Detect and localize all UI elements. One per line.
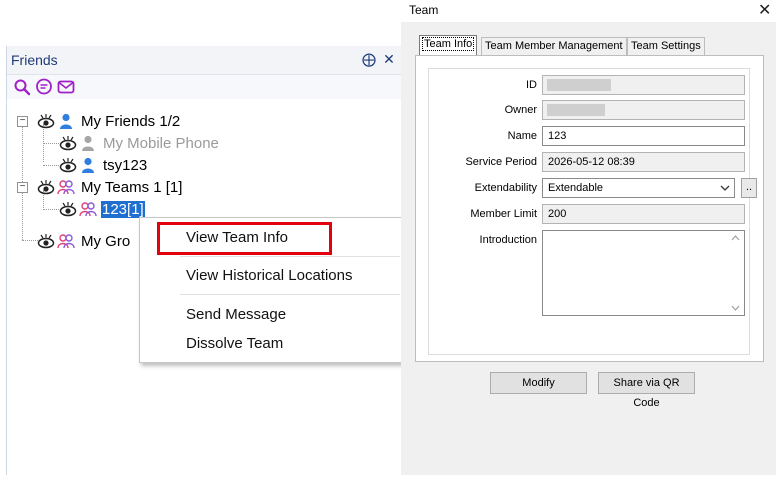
close-icon[interactable]: ✕ [758, 0, 771, 20]
introduction-label: Introduction [479, 234, 537, 246]
tab-team-settings[interactable]: Team Settings [627, 37, 705, 55]
friends-panel-title: Friends [11, 52, 58, 68]
panel-close-icon[interactable]: ✕ [381, 50, 397, 68]
tree-label: My Gro [81, 232, 131, 250]
friends-panel-header: Friends ⨁ ✕ [7, 46, 401, 75]
redacted-value [547, 104, 605, 116]
user-gray-icon [82, 135, 94, 151]
eye-icon [59, 136, 77, 151]
tab-label: Team Member Management [485, 40, 623, 52]
team-icon [79, 202, 97, 217]
tree-label: My Teams 1 [1] [81, 178, 183, 196]
modify-button[interactable]: Modify [490, 372, 587, 394]
tab-team-info[interactable]: Team Info [419, 35, 478, 56]
chevron-down-icon [720, 185, 730, 191]
service-period-label: Service Period [465, 156, 537, 168]
tree-item-my-mobile-phone[interactable]: My Mobile Phone [59, 132, 219, 154]
tab-team-member-management[interactable]: Team Member Management [481, 37, 627, 55]
eye-icon [37, 234, 55, 249]
share-qr-button[interactable]: Share via QR Code [598, 372, 695, 409]
menu-item-view-historical-locations[interactable]: View Historical Locations [186, 267, 352, 284]
tree-label: My Mobile Phone [103, 134, 219, 152]
owner-field [542, 100, 745, 120]
eye-icon [59, 202, 77, 217]
scroll-down-icon[interactable] [731, 305, 740, 311]
tree-item-team-123[interactable]: 123[1] [59, 198, 145, 220]
team-dialog: Team ✕ Team Info Team Member Management … [401, 0, 776, 475]
team-info-group: ID Owner Name 123 Service Period 2026-05… [428, 68, 757, 355]
tab-label: Team Settings [631, 40, 701, 52]
eye-icon [37, 180, 55, 195]
introduction-textarea[interactable] [542, 230, 745, 316]
extend-options-button[interactable]: .. [741, 178, 757, 198]
id-label: ID [526, 79, 537, 91]
scroll-up-icon[interactable] [731, 235, 740, 241]
owner-label: Owner [504, 104, 537, 116]
tree-group-my-friends[interactable]: My Friends 1/2 [37, 110, 180, 132]
member-limit-field: 200 [542, 204, 745, 224]
tab-label: Team Info [421, 37, 475, 51]
collapse-toggle-my-friends[interactable]: − [17, 116, 28, 127]
name-input[interactable]: 123 [542, 126, 745, 146]
dialog-title: Team [409, 3, 439, 17]
group-icon [57, 234, 75, 249]
select-value: Extendable [548, 182, 604, 194]
team-info-page: ID Owner Name 123 Service Period 2026-05… [415, 55, 764, 362]
menu-separator [180, 256, 400, 257]
eye-icon [37, 114, 55, 129]
collapse-toggle-my-teams[interactable]: − [17, 182, 28, 193]
member-limit-label: Member Limit [470, 208, 537, 220]
user-blue-icon [82, 157, 94, 173]
extendability-label: Extendability [474, 182, 537, 194]
extendability-select[interactable]: Extendable [542, 178, 735, 198]
chat-icon[interactable] [35, 78, 53, 96]
pin-icon[interactable]: ⨁ [361, 50, 377, 68]
tree-label-selected: 123[1] [101, 200, 145, 218]
highlight-box [157, 222, 332, 255]
context-menu: View Team Info View Historical Locations… [139, 217, 403, 363]
mail-icon[interactable] [57, 78, 75, 96]
name-label: Name [507, 130, 537, 142]
search-icon[interactable] [13, 78, 31, 96]
dialog-body: Team Info Team Member Management Team Se… [401, 22, 776, 475]
tree-label: My Friends 1/2 [81, 112, 181, 130]
menu-item-dissolve-team[interactable]: Dissolve Team [186, 335, 283, 352]
menu-separator [180, 294, 400, 295]
redacted-value [547, 79, 611, 91]
tree-group-my-teams[interactable]: My Teams 1 [1] [37, 176, 182, 198]
tree-item-tsy123[interactable]: tsy123 [59, 154, 147, 176]
id-field [542, 75, 745, 95]
tree-group-my-groups[interactable]: My Gro [37, 230, 130, 252]
team-icon [57, 180, 75, 195]
menu-item-send-message[interactable]: Send Message [186, 306, 286, 323]
eye-icon [59, 158, 77, 173]
user-blue-icon [60, 113, 72, 129]
service-period-field: 2026-05-12 08:39 [542, 152, 745, 172]
friends-toolbar [7, 75, 401, 99]
tree-label: tsy123 [103, 156, 148, 174]
